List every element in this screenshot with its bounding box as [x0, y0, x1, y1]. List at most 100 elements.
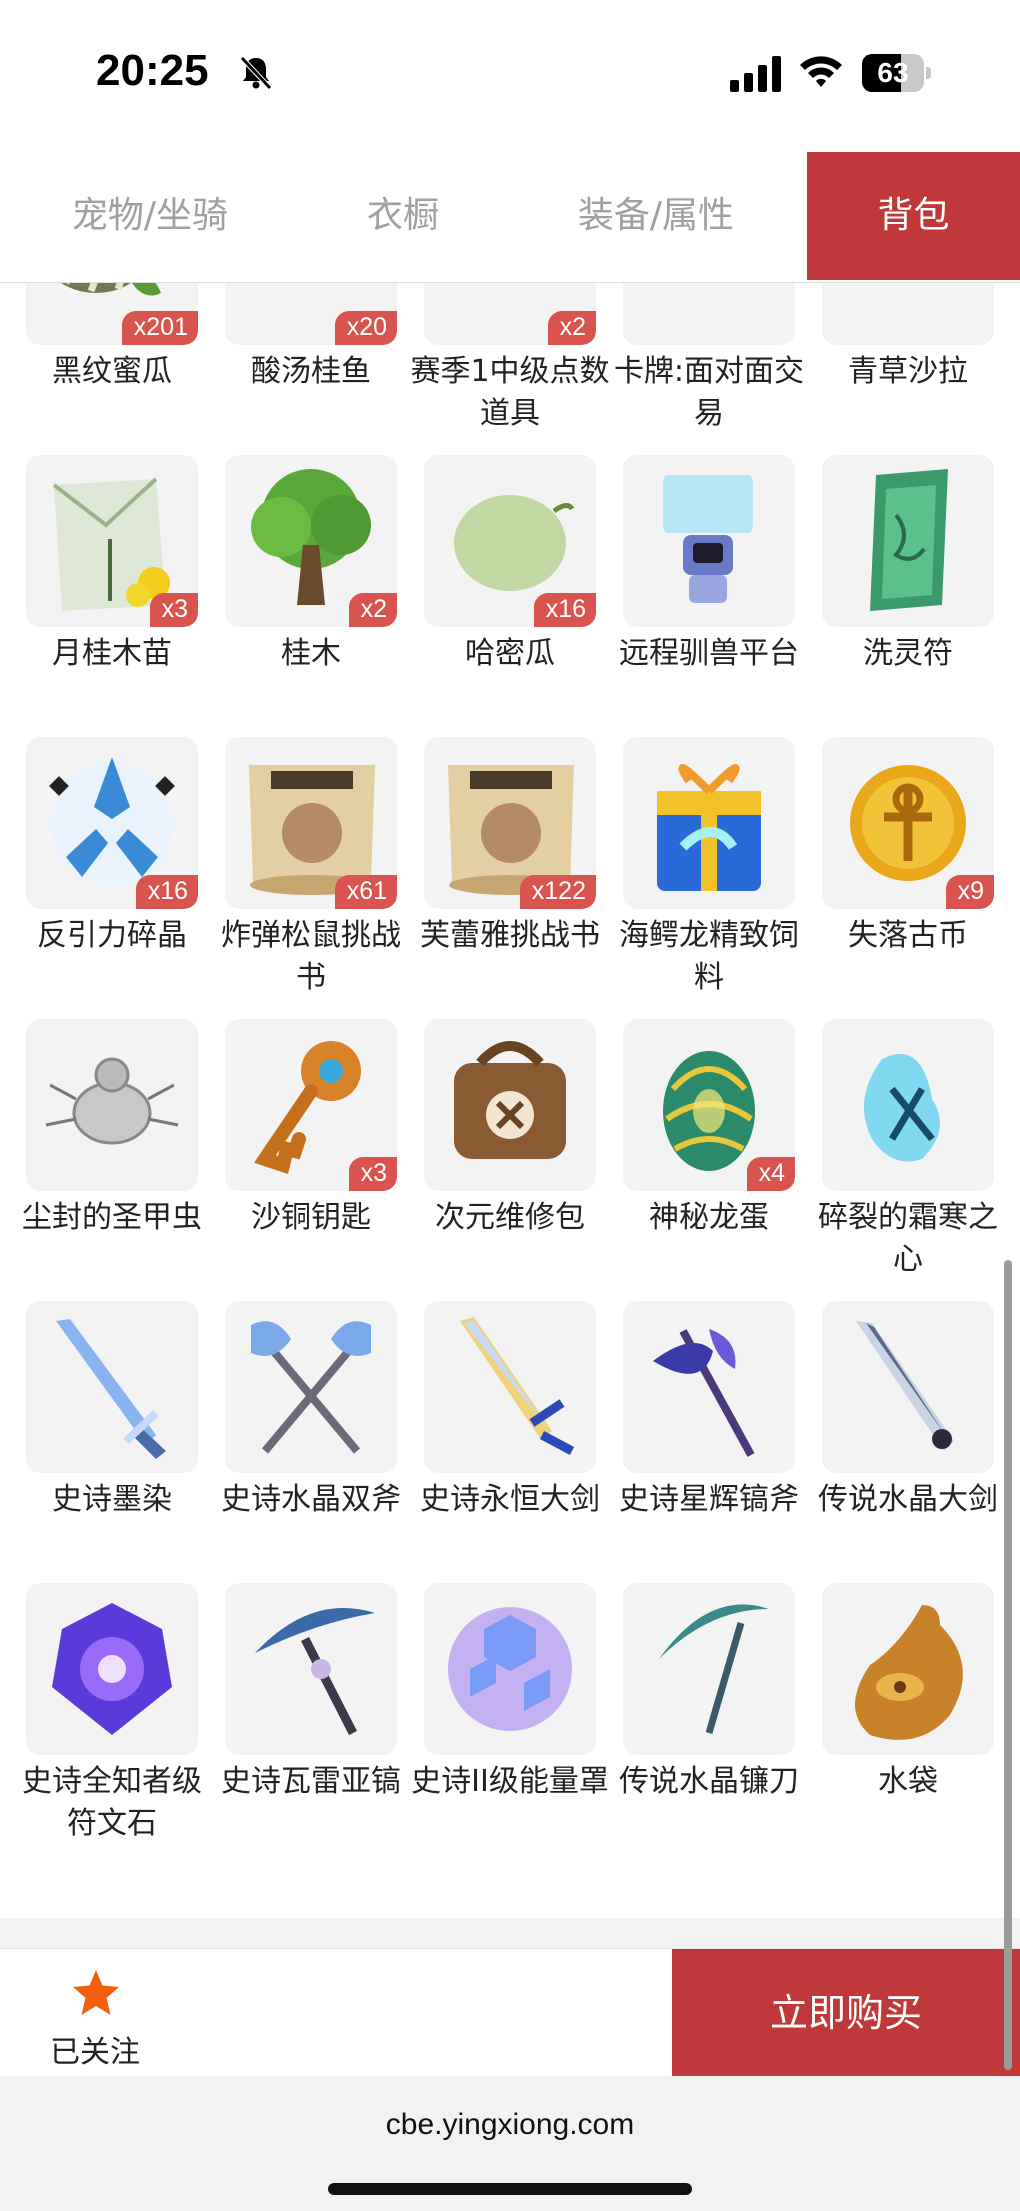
item-name: 史诗墨染	[52, 1482, 172, 1517]
item-thumbnail[interactable]: x3	[26, 455, 198, 627]
item-thumbnail[interactable]: x201	[26, 283, 198, 345]
backpack-item[interactable]: x20 酸汤桂鱼	[199, 283, 397, 453]
backpack-item[interactable]: 史诗水晶双斧	[199, 1301, 401, 1581]
item-thumbnail[interactable]	[623, 283, 795, 345]
wifi-icon	[800, 56, 842, 87]
action-bar: 已关注 立即购买	[0, 1948, 1020, 2077]
crystal-sword-icon	[856, 1321, 954, 1451]
item-thumbnail[interactable]	[424, 1019, 596, 1191]
item-count-badge: x3	[348, 1157, 397, 1191]
backpack-item[interactable]: x3 月桂木苗	[0, 455, 198, 735]
item-thumbnail[interactable]	[822, 1019, 994, 1191]
backpack-item[interactable]: 青草沙拉	[796, 283, 994, 453]
backpack-item[interactable]: 海鳄龙精致饲料	[597, 737, 799, 1017]
backpack-item[interactable]: 次元维修包	[398, 1019, 596, 1299]
energy-shield-icon	[448, 1607, 572, 1731]
item-thumbnail[interactable]	[623, 1301, 795, 1473]
backpack-item[interactable]: 水袋	[796, 1583, 994, 1863]
star-icon	[73, 1970, 119, 2015]
item-count-badge: x20	[334, 311, 397, 345]
bell-muted-icon	[240, 56, 272, 90]
tab-equipment[interactable]: 装备/属性	[506, 152, 806, 280]
item-thumbnail[interactable]	[822, 283, 994, 345]
item-thumbnail[interactable]: x3	[225, 1019, 397, 1191]
backpack-item[interactable]: 史诗瓦雷亚镐	[199, 1583, 401, 1863]
backpack-item[interactable]: 史诗星辉镐斧	[597, 1301, 799, 1581]
item-thumbnail[interactable]	[822, 1583, 994, 1755]
item-thumbnail[interactable]	[26, 1019, 198, 1191]
backpack-item[interactable]: x4 神秘龙蛋	[597, 1019, 795, 1299]
home-indicator[interactable]	[328, 2183, 692, 2195]
follow-label: 已关注	[50, 2035, 140, 2070]
backpack-item[interactable]: 碎裂的霜寒之心	[796, 1019, 998, 1299]
backpack-item[interactable]: x3 沙铜钥匙	[199, 1019, 397, 1299]
item-count-badge: x2	[348, 593, 397, 627]
item-thumbnail[interactable]: x2	[225, 455, 397, 627]
item-count-badge: x16	[135, 875, 198, 909]
backpack-item[interactable]: x61 炸弹松鼠挑战书	[199, 737, 401, 1017]
item-thumbnail[interactable]: x122	[424, 737, 596, 909]
item-name: 失落古币	[848, 918, 968, 953]
backpack-item[interactable]: x122 芙蕾雅挑战书	[398, 737, 600, 1017]
item-thumbnail[interactable]: x9	[822, 737, 994, 909]
backpack-item[interactable]: x2 赛季1中级点数道具	[398, 283, 610, 453]
item-name: 炸弹松鼠挑战书	[221, 918, 401, 995]
backpack-item[interactable]: x2 桂木	[199, 455, 397, 735]
item-count-badge: x4	[746, 1157, 795, 1191]
backpack-item[interactable]: 史诗II级能量罩	[398, 1583, 609, 1863]
backpack-item[interactable]: 传说水晶大剑	[796, 1301, 998, 1581]
url-text[interactable]: cbe.yingxiong.com	[0, 2108, 1020, 2142]
dual-axes-icon	[251, 1321, 371, 1454]
item-thumbnail[interactable]	[822, 1301, 994, 1473]
backpack-item[interactable]: 传说水晶镰刀	[597, 1583, 799, 1863]
item-thumbnail[interactable]: x61	[225, 737, 397, 909]
backpack-item[interactable]: 尘封的圣甲虫	[0, 1019, 202, 1299]
item-name: 尘封的圣甲虫	[22, 1200, 202, 1235]
item-thumbnail[interactable]	[26, 1583, 198, 1755]
backpack-item[interactable]: x9 失落古币	[796, 737, 994, 1017]
item-count-badge: x9	[945, 875, 994, 909]
item-name: 酸汤桂鱼	[251, 354, 371, 389]
follow-button[interactable]: 已关注	[0, 1949, 190, 2077]
item-thumbnail[interactable]: x2	[424, 283, 596, 345]
item-name: 海鳄龙精致饲料	[619, 918, 799, 995]
item-thumbnail[interactable]	[225, 1583, 397, 1755]
backpack-item[interactable]: 史诗永恒大剑	[398, 1301, 600, 1581]
item-thumbnail[interactable]	[26, 1301, 198, 1473]
item-name: 史诗星辉镐斧	[619, 1482, 799, 1517]
backpack-item[interactable]: 史诗全知者级符文石	[0, 1583, 202, 1863]
backpack-item[interactable]: x16 哈密瓜	[398, 455, 596, 735]
item-thumbnail[interactable]	[225, 1301, 397, 1473]
backpack-item[interactable]: x201 黑纹蜜瓜	[0, 283, 198, 453]
item-name: 史诗II级能量罩	[411, 1764, 609, 1799]
item-thumbnail[interactable]: x16	[26, 737, 198, 909]
item-name: 桂木	[281, 636, 341, 671]
item-thumbnail[interactable]	[623, 737, 795, 909]
backpack-item[interactable]: 洗灵符	[796, 455, 994, 735]
item-thumbnail[interactable]: x4	[623, 1019, 795, 1191]
tab-pets-mounts[interactable]: 宠物/坐骑	[0, 152, 300, 280]
item-thumbnail[interactable]	[822, 455, 994, 627]
backpack-item[interactable]: x16 反引力碎晶	[0, 737, 198, 1017]
item-thumbnail[interactable]	[424, 1301, 596, 1473]
scrollbar[interactable]	[1004, 1260, 1012, 2070]
item-name: 史诗水晶双斧	[221, 1482, 401, 1517]
backpack-item[interactable]: 卡牌:面对面交易	[597, 283, 804, 453]
item-name: 传说水晶大剑	[818, 1482, 998, 1517]
item-thumbnail[interactable]	[424, 1583, 596, 1755]
backpack-item[interactable]: 远程驯兽平台	[597, 455, 799, 735]
item-thumbnail[interactable]	[623, 1583, 795, 1755]
item-name: 青草沙拉	[848, 354, 968, 389]
tab-backpack[interactable]: 背包	[807, 152, 1020, 280]
talisman-icon	[870, 469, 948, 611]
item-count-badge: x122	[519, 875, 596, 909]
item-thumbnail[interactable]: x20	[225, 283, 397, 345]
tab-wardrobe[interactable]: 衣橱	[300, 152, 506, 280]
item-thumbnail[interactable]	[623, 455, 795, 627]
backpack-item[interactable]: 史诗墨染	[0, 1301, 198, 1581]
buy-now-button[interactable]: 立即购买	[672, 1949, 1020, 2077]
item-thumbnail[interactable]: x16	[424, 455, 596, 627]
item-name: 哈密瓜	[465, 636, 555, 671]
salad-icon	[822, 283, 994, 345]
hologram-platform-icon	[663, 475, 753, 603]
